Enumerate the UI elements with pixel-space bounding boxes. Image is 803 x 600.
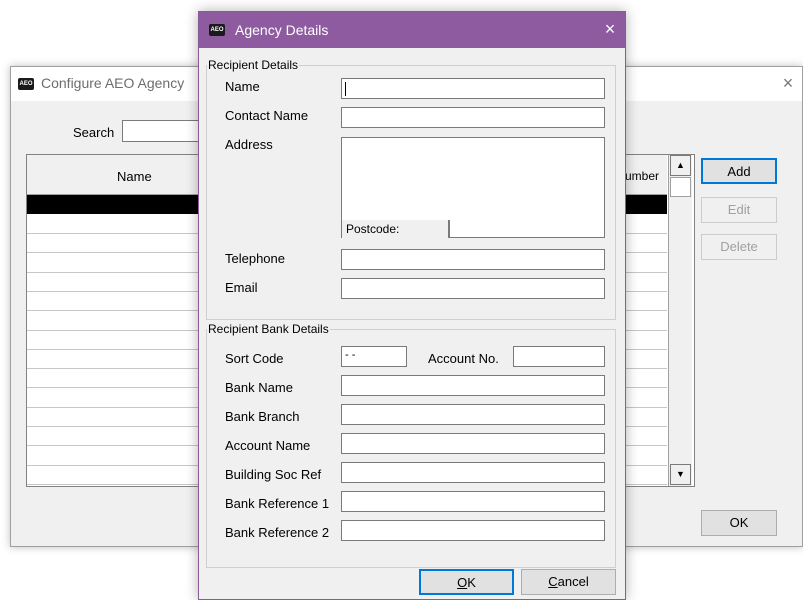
ok-label: K — [467, 575, 476, 590]
contact-name-label: Contact Name — [225, 108, 309, 123]
add-button[interactable]: Add — [701, 158, 777, 184]
app-icon: AEO — [209, 24, 225, 36]
ok-button[interactable]: OK — [701, 510, 777, 536]
email-label: Email — [225, 280, 258, 295]
app-icon: AEO — [18, 78, 34, 90]
building-soc-ref-label: Building Soc Ref — [225, 467, 322, 482]
account-name-input[interactable] — [341, 433, 605, 454]
telephone-label: Telephone — [225, 251, 285, 266]
close-icon[interactable]: × — [599, 18, 621, 40]
building-soc-ref-input[interactable] — [341, 462, 605, 483]
sort-code-value: - - — [345, 349, 356, 361]
text-caret — [345, 82, 346, 96]
cancel-mnemonic: C — [548, 574, 558, 589]
sort-code-label: Sort Code — [225, 351, 284, 366]
ok-mnemonic: O — [457, 575, 468, 590]
account-no-label: Account No. — [428, 351, 499, 366]
bank-details-legend: Recipient Bank Details — [208, 322, 329, 336]
bank-reference-1-input[interactable] — [341, 491, 605, 512]
search-label: Search — [73, 125, 115, 140]
scroll-thumb[interactable] — [670, 177, 691, 197]
recipient-details-legend: Recipient Details — [208, 58, 299, 72]
bank-reference-2-input[interactable] — [341, 520, 605, 541]
bank-name-input[interactable] — [341, 375, 605, 396]
cancel-button[interactable]: Cancel — [521, 569, 616, 595]
scroll-down-icon[interactable]: ▼ — [670, 464, 691, 485]
account-no-input[interactable] — [513, 346, 605, 367]
name-label: Name — [225, 79, 260, 94]
scroll-up-icon[interactable]: ▲ — [670, 155, 691, 176]
address-textarea[interactable]: Postcode: — [341, 137, 605, 238]
column-header-number[interactable]: umber — [625, 169, 659, 183]
address-label: Address — [225, 137, 273, 152]
dialog-title-bar: AEO Agency Details × — [199, 12, 625, 48]
vertical-scrollbar[interactable]: ▲ ▼ — [668, 155, 692, 486]
bank-branch-label: Bank Branch — [225, 409, 300, 424]
telephone-input[interactable] — [341, 249, 605, 270]
column-header-name[interactable]: Name — [117, 169, 152, 184]
bank-name-label: Bank Name — [225, 380, 293, 395]
delete-button[interactable]: Delete — [701, 234, 777, 260]
dialog-title: Agency Details — [235, 22, 329, 38]
account-name-label: Account Name — [225, 438, 311, 453]
bank-reference-2-label: Bank Reference 2 — [225, 525, 330, 540]
bank-branch-input[interactable] — [341, 404, 605, 425]
window-title: Configure AEO Agency — [41, 75, 185, 91]
edit-button[interactable]: Edit — [701, 197, 777, 223]
contact-name-input[interactable] — [341, 107, 605, 128]
cancel-label: ancel — [557, 574, 589, 589]
email-input[interactable] — [341, 278, 605, 299]
ok-button[interactable]: OK — [419, 569, 514, 595]
agency-details-dialog: AEO Agency Details × Recipient Details R… — [198, 11, 626, 600]
name-input[interactable] — [341, 78, 605, 99]
postcode-label: Postcode: — [342, 220, 450, 238]
bank-reference-1-label: Bank Reference 1 — [225, 496, 330, 511]
close-icon[interactable]: × — [776, 71, 800, 95]
sort-code-input[interactable]: - - — [341, 346, 407, 367]
